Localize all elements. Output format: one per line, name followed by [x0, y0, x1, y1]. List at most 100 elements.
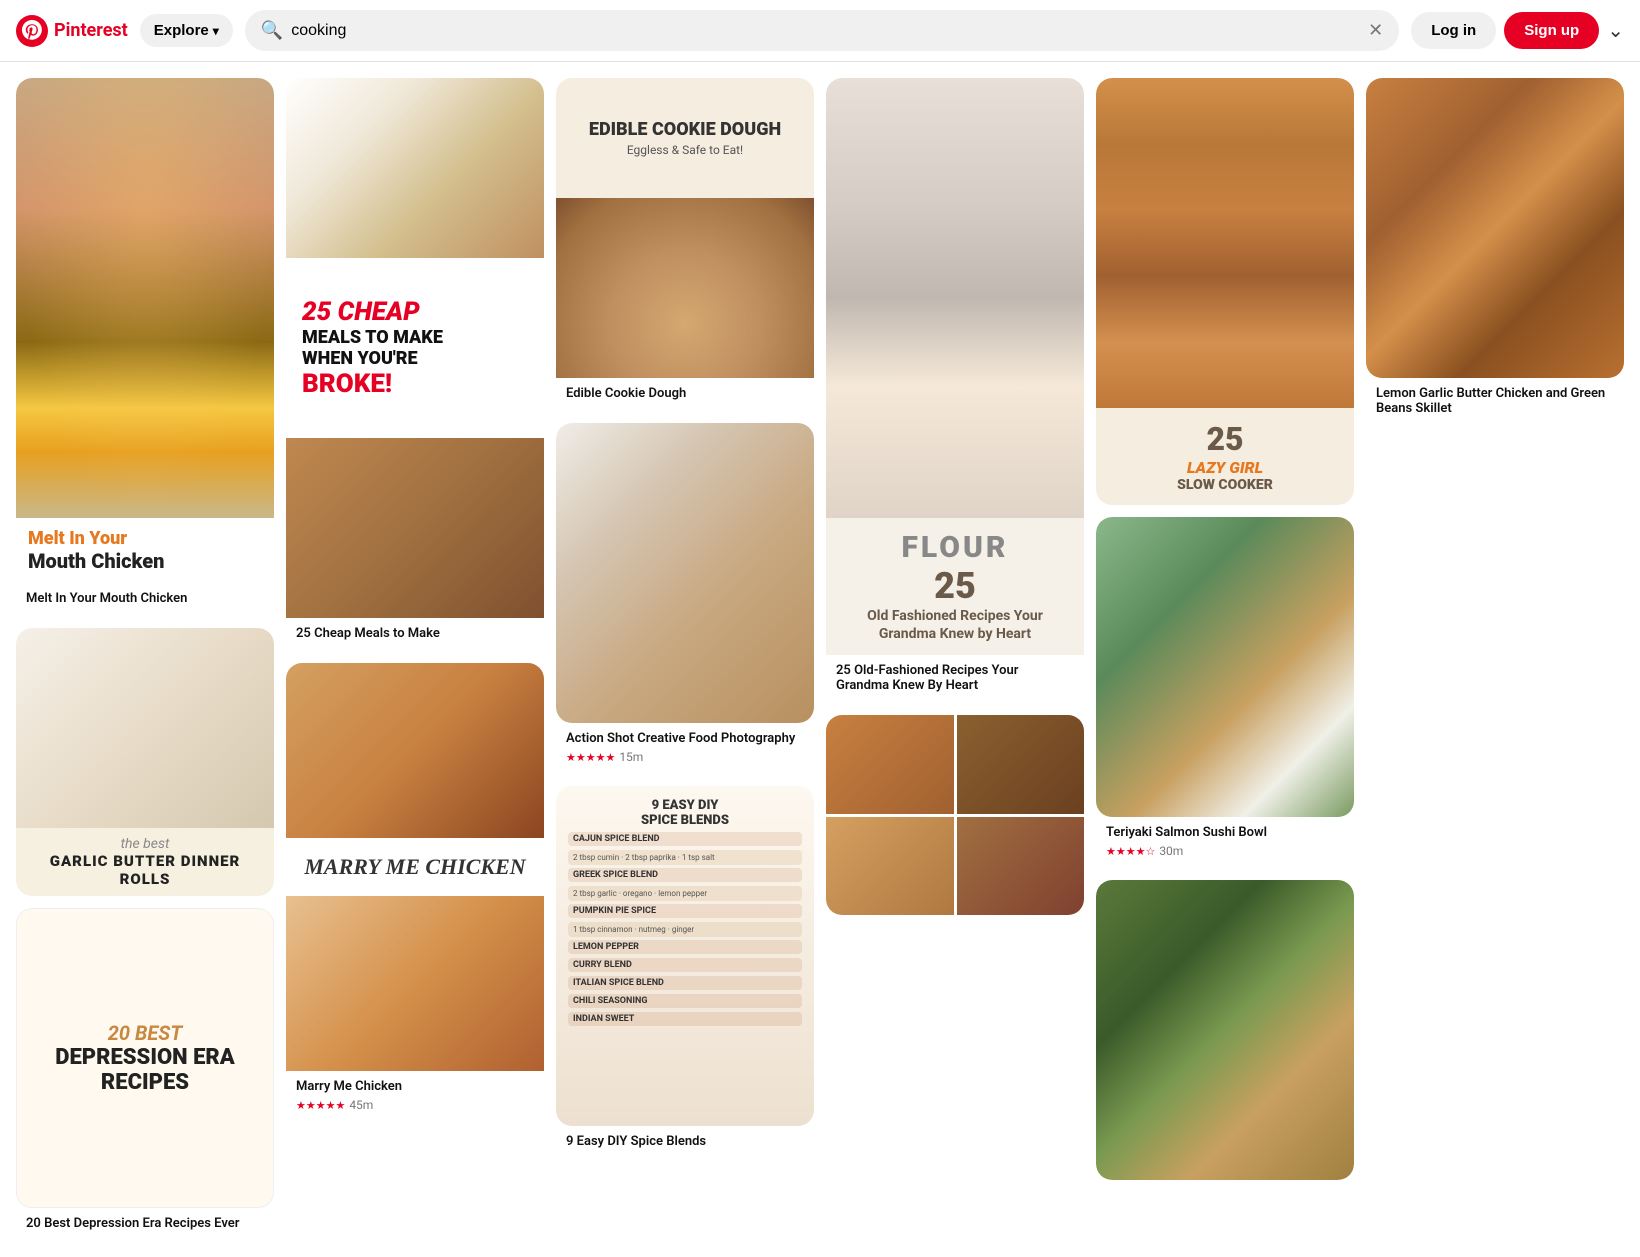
marry-me-overlay-text: MARRY ME CHICKEN: [304, 854, 525, 880]
pin-marry-time: 45m: [349, 1098, 373, 1112]
depression-card-main: DEPRESSION ERA RECIPES: [17, 1045, 273, 1095]
spice-row-indian: INDIAN SWEET: [568, 1012, 802, 1026]
pin-spice-title: 9 Easy DIY Spice Blends: [566, 1134, 804, 1149]
pin-cheap-label: 25 Cheap Meals to Make: [286, 618, 544, 651]
multi-photo-2: [957, 715, 1085, 814]
pin-lemon-garlic-top[interactable]: [1096, 880, 1354, 1180]
pin-action-image: [556, 423, 814, 723]
cookie-dough-title: EDIBLE COOKIE DOUGH: [589, 119, 781, 140]
spice-row-lemon: LEMON PEPPER: [568, 940, 802, 954]
pin-marry-image-top: [286, 663, 544, 838]
pin-teriyaki-title: Teriyaki Salmon Sushi Bowl: [1106, 825, 1344, 840]
pin-melt-chicken-overlay: Melt In Your Mouth Chicken: [16, 518, 274, 583]
pin-depression-image: 20 BEST DEPRESSION ERA RECIPES: [16, 908, 274, 1208]
pin-cookie-label: Edible Cookie Dough: [556, 378, 814, 411]
pin-action-meta: ★★★★★ 15m: [566, 750, 804, 764]
pin-cheap-image-bottom: [286, 438, 544, 618]
pin-melt-chicken[interactable]: Melt In Your Mouth Chicken Melt In Your …: [16, 78, 274, 616]
pin-cheap-meals[interactable]: 25 CHEAP MEALS TO MAKEWHEN YOU'RE BROKE!…: [286, 78, 544, 651]
pin-teriyaki-meta: ★★★★☆ 30m: [1106, 844, 1344, 858]
melt-overlay-line2: Mouth Chicken: [28, 549, 262, 573]
spice-row-cajun: CAJUN SPICE BLEND: [568, 832, 802, 846]
pin-spice-label: 9 Easy DIY Spice Blends: [556, 1126, 814, 1159]
pin-action-title: Action Shot Creative Food Photography: [566, 731, 804, 746]
pin-action-time: 15m: [619, 750, 643, 764]
pin-lemon-garlic-image-bottom: [1366, 78, 1624, 378]
pin-old-fashioned-bottom[interactable]: [826, 715, 1084, 915]
pin-marry-stars: ★★★★★: [296, 1099, 345, 1112]
spice-row-greek-content: 2 tbsp garlic · oregano · lemon pepper: [568, 886, 802, 901]
lazy-sub: Slow Cooker: [1108, 477, 1342, 493]
garlic-bold-text: GARLIC BUTTER DINNER ROLLS: [28, 852, 262, 888]
pin-teriyaki-image: [1096, 517, 1354, 817]
pin-multi-photo-grid: [826, 715, 1084, 915]
lazy-label: LAZY GIRL: [1108, 458, 1342, 477]
pin-lemon-garlic-label: Lemon Garlic Butter Chicken and Green Be…: [1366, 378, 1624, 426]
pin-marry-label: Marry Me Chicken ★★★★★ 45m: [286, 1071, 544, 1122]
pin-action-label: Action Shot Creative Food Photography ★★…: [556, 723, 814, 774]
nav-buttons: Log in Sign up ⌄: [1411, 12, 1624, 49]
cheap-meals-text: MEALS TO MAKEWHEN YOU'RE: [302, 327, 443, 369]
logo-text: Pinterest: [54, 20, 128, 41]
spice-blends-grid: CAJUN SPICE BLEND 2 tbsp cumin · 2 tbsp …: [568, 832, 802, 1114]
spice-row-pumpkin-content: 1 tbsp cinnamon · nutmeg · ginger: [568, 922, 802, 937]
pin-cookie-text-top: EDIBLE COOKIE DOUGH Eggless & Safe to Ea…: [556, 78, 814, 198]
pin-marry-image-bottom: [286, 896, 544, 1071]
flour-label: FLOUR: [842, 530, 1068, 565]
pin-spice-card: 9 EASY DIYSPICE BLENDS CAJUN SPICE BLEND…: [556, 786, 814, 1126]
pin-lemon-garlic-title: Lemon Garlic Butter Chicken and Green Be…: [1376, 386, 1614, 416]
broke-label: BROKE!: [302, 369, 392, 399]
spice-card-title: 9 EASY DIYSPICE BLENDS: [568, 798, 802, 828]
pin-action-stars: ★★★★★: [566, 751, 615, 764]
clear-search-button[interactable]: ✕: [1368, 20, 1383, 41]
login-button[interactable]: Log in: [1411, 12, 1496, 49]
spice-row-chili: CHILI SEASONING: [568, 994, 802, 1008]
spice-row-pumpkin: PUMPKIN PIE SPICE: [568, 904, 802, 918]
pin-lemon-garlic-bottom[interactable]: Lemon Garlic Butter Chicken and Green Be…: [1366, 78, 1624, 426]
spice-row-curry: CURRY BLEND: [568, 958, 802, 972]
pin-depression-era[interactable]: 20 BEST DEPRESSION ERA RECIPES 20 Best D…: [16, 908, 274, 1241]
pin-lemon-garlic-image-top: [1096, 880, 1354, 1180]
pin-flour-recipes[interactable]: FLOUR 25 Old Fashioned Recipes Your Gran…: [826, 78, 1084, 703]
signup-button[interactable]: Sign up: [1504, 12, 1599, 49]
flour-num: 25: [842, 565, 1068, 607]
pin-action-shot[interactable]: Action Shot Creative Food Photography ★★…: [556, 423, 814, 774]
pinterest-logo-icon: [16, 15, 48, 47]
pin-flour-image-top: [826, 78, 1084, 518]
search-icon: 🔍: [261, 20, 283, 41]
pin-depression-label: 20 Best Depression Era Recipes Ever: [16, 1208, 274, 1241]
flour-sub: Old Fashioned Recipes Your Grandma Knew …: [842, 607, 1068, 643]
pin-lazy-image: [1096, 78, 1354, 408]
pin-lazy-girl[interactable]: 25 LAZY GIRL Slow Cooker: [1096, 78, 1354, 505]
search-input[interactable]: [291, 22, 1360, 40]
profile-menu-button[interactable]: ⌄: [1607, 12, 1624, 49]
pin-teriyaki-stars: ★★★★☆: [1106, 845, 1155, 858]
spice-row-cajun-content: 2 tbsp cumin · 2 tbsp paprika · 1 tsp sa…: [568, 850, 802, 865]
logo[interactable]: Pinterest: [16, 15, 128, 47]
pin-cheap-image-top: [286, 78, 544, 258]
pin-teriyaki[interactable]: Teriyaki Salmon Sushi Bowl ★★★★☆ 30m: [1096, 517, 1354, 868]
pins-grid: Melt In Your Mouth Chicken Melt In Your …: [0, 62, 1640, 1257]
cheap-label: 25 CHEAP: [302, 297, 420, 327]
header: Pinterest Explore ▾ 🔍 ✕ Log in Sign up ⌄: [0, 0, 1640, 62]
pin-marry-title: Marry Me Chicken: [296, 1079, 534, 1094]
spice-row-greek: GREEK SPICE BLEND: [568, 868, 802, 882]
explore-button[interactable]: Explore ▾: [140, 14, 233, 47]
pin-lazy-text-overlay: 25 LAZY GIRL Slow Cooker: [1096, 408, 1354, 505]
pin-flour-title: 25 Old-Fashioned Recipes Your Grandma Kn…: [836, 663, 1074, 693]
pin-marry-me[interactable]: MARRY ME CHICKEN Marry Me Chicken ★★★★★ …: [286, 663, 544, 1122]
pin-flour-text: FLOUR 25 Old Fashioned Recipes Your Gran…: [826, 518, 1084, 655]
pin-cookie-title: Edible Cookie Dough: [566, 386, 804, 401]
pin-garlic-text-overlay: the best GARLIC BUTTER DINNER ROLLS: [16, 828, 274, 896]
pin-cookie-dough[interactable]: EDIBLE COOKIE DOUGH Eggless & Safe to Ea…: [556, 78, 814, 411]
pin-spice-blends[interactable]: 9 EASY DIYSPICE BLENDS CAJUN SPICE BLEND…: [556, 786, 814, 1159]
lazy-num: 25: [1108, 420, 1342, 458]
multi-photo-3: [826, 817, 954, 916]
spice-row-italian: ITALIAN SPICE BLEND: [568, 976, 802, 990]
multi-photo-4: [957, 817, 1085, 916]
pin-cheap-text-overlay: 25 CHEAP MEALS TO MAKEWHEN YOU'RE BROKE!: [286, 258, 544, 438]
depression-card-num: 20 BEST: [108, 1021, 182, 1045]
pin-garlic-butter[interactable]: the best GARLIC BUTTER DINNER ROLLS: [16, 628, 274, 896]
pin-melt-chicken-image: [16, 78, 274, 518]
cookie-dough-sub: Eggless & Safe to Eat!: [627, 143, 743, 157]
